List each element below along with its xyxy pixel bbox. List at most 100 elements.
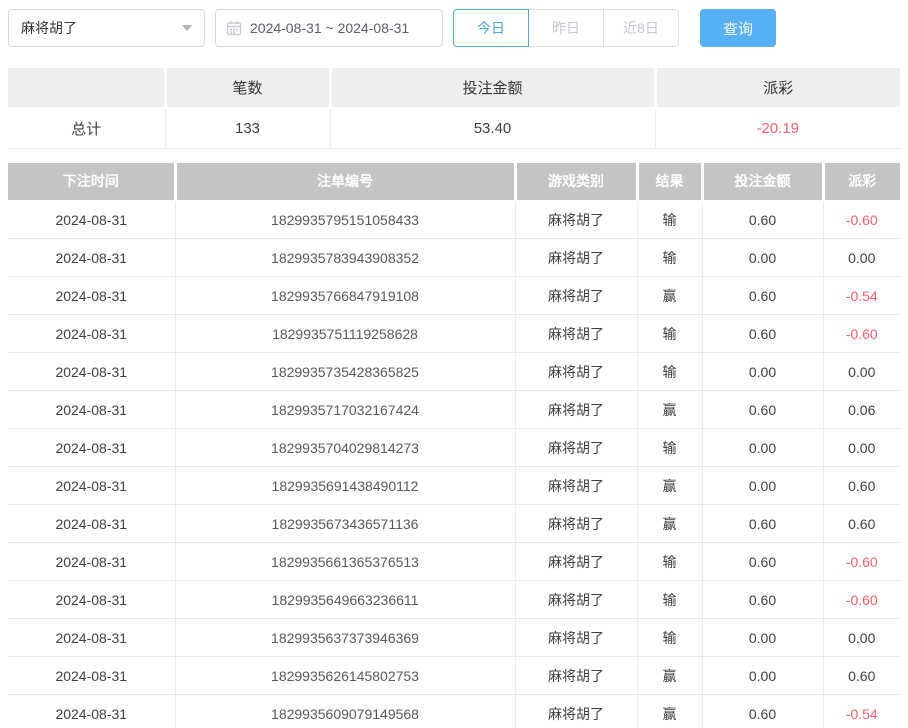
payout-cell: 0.00	[823, 619, 900, 657]
payout-cell: 0.60	[823, 467, 900, 505]
table-row: 2024-08-311829935783943908352麻将胡了输0.000.…	[8, 239, 900, 277]
result-cell: 赢	[637, 657, 702, 695]
bet-id-cell: 1829935783943908352	[175, 239, 515, 277]
table-row: 2024-08-311829935766847919108麻将胡了赢0.60-0…	[8, 277, 900, 315]
bet-amount-cell: 0.60	[702, 315, 823, 353]
bet-time-cell: 2024-08-31	[8, 239, 175, 277]
records-header-result: 结果	[637, 163, 702, 201]
records-header-payout: 派彩	[823, 163, 900, 201]
table-row: 2024-08-311829935735428365825麻将胡了输0.000.…	[8, 353, 900, 391]
payout-cell: -0.60	[823, 201, 900, 239]
game-type-cell: 麻将胡了	[515, 239, 637, 277]
table-row: 2024-08-311829935609079149568麻将胡了赢0.60-0…	[8, 695, 900, 728]
game-type-cell: 麻将胡了	[515, 695, 637, 728]
payout-cell: 0.00	[823, 239, 900, 277]
game-type-cell: 麻将胡了	[515, 505, 637, 543]
payout-cell: 0.00	[823, 429, 900, 467]
summary-header-count: 笔数	[165, 68, 330, 108]
quick-date-button-group: 今日 昨日 近8日	[453, 9, 679, 47]
result-cell: 赢	[637, 467, 702, 505]
result-cell: 输	[637, 201, 702, 239]
summary-count-value: 133	[165, 108, 330, 148]
table-row: 2024-08-311829935704029814273麻将胡了输0.000.…	[8, 429, 900, 467]
payout-cell: 0.60	[823, 657, 900, 695]
payout-cell: 0.00	[823, 353, 900, 391]
bet-time-cell: 2024-08-31	[8, 619, 175, 657]
bet-id-cell: 1829935661365376513	[175, 543, 515, 581]
bet-time-cell: 2024-08-31	[8, 543, 175, 581]
bet-id-cell: 1829935609079149568	[175, 695, 515, 728]
bet-amount-cell: 0.00	[702, 467, 823, 505]
game-type-cell: 麻将胡了	[515, 543, 637, 581]
table-row: 2024-08-311829935795151058433麻将胡了输0.60-0…	[8, 201, 900, 239]
chevron-down-icon	[182, 25, 192, 31]
bet-id-cell: 1829935704029814273	[175, 429, 515, 467]
records-header-bet-amount: 投注金额	[702, 163, 823, 201]
table-row: 2024-08-311829935661365376513麻将胡了输0.60-0…	[8, 543, 900, 581]
bet-amount-cell: 0.60	[702, 391, 823, 429]
summary-bet-amount-value: 53.40	[330, 108, 655, 148]
date-range-input[interactable]: 2024-08-31 ~ 2024-08-31	[215, 9, 443, 47]
bet-time-cell: 2024-08-31	[8, 277, 175, 315]
bet-amount-cell: 0.60	[702, 543, 823, 581]
bet-id-cell: 1829935649663236611	[175, 581, 515, 619]
table-row: 2024-08-311829935673436571136麻将胡了赢0.600.…	[8, 505, 900, 543]
today-button[interactable]: 今日	[453, 9, 529, 47]
bet-id-cell: 1829935673436571136	[175, 505, 515, 543]
page: 麻将胡了 2024-08-31 ~ 2024-08-31	[0, 0, 908, 728]
query-button[interactable]: 查询	[700, 9, 776, 47]
payout-cell: 0.06	[823, 391, 900, 429]
result-cell: 输	[637, 429, 702, 467]
bet-time-cell: 2024-08-31	[8, 657, 175, 695]
game-type-cell: 麻将胡了	[515, 619, 637, 657]
bet-id-cell: 1829935637373946369	[175, 619, 515, 657]
summary-header-payout: 派彩	[655, 68, 900, 108]
last-8-days-button[interactable]: 近8日	[603, 9, 679, 47]
result-cell: 赢	[637, 277, 702, 315]
game-type-cell: 麻将胡了	[515, 353, 637, 391]
bet-amount-cell: 0.60	[702, 505, 823, 543]
summary-total-row: 总计 133 53.40 -20.19	[8, 108, 900, 148]
table-row: 2024-08-311829935751119258628麻将胡了输0.60-0…	[8, 315, 900, 353]
result-cell: 输	[637, 619, 702, 657]
bet-amount-cell: 0.60	[702, 277, 823, 315]
bet-amount-cell: 0.60	[702, 581, 823, 619]
bet-amount-cell: 0.60	[702, 201, 823, 239]
bet-amount-cell: 0.00	[702, 429, 823, 467]
bet-id-cell: 1829935626145802753	[175, 657, 515, 695]
summary-table: 笔数 投注金额 派彩 总计 133 53.40 -20.19	[8, 68, 900, 149]
result-cell: 输	[637, 581, 702, 619]
bet-id-cell: 1829935691438490112	[175, 467, 515, 505]
game-type-cell: 麻将胡了	[515, 277, 637, 315]
bet-time-cell: 2024-08-31	[8, 201, 175, 239]
summary-header-row: 笔数 投注金额 派彩	[8, 68, 900, 108]
bet-id-cell: 1829935766847919108	[175, 277, 515, 315]
bet-id-cell: 1829935795151058433	[175, 201, 515, 239]
bet-amount-cell: 0.00	[702, 657, 823, 695]
records-header-game-type: 游戏类别	[515, 163, 637, 201]
yesterday-button[interactable]: 昨日	[528, 9, 604, 47]
table-row: 2024-08-311829935637373946369麻将胡了输0.000.…	[8, 619, 900, 657]
records-header-bet-id: 注单编号	[175, 163, 515, 201]
result-cell: 赢	[637, 505, 702, 543]
table-row: 2024-08-311829935691438490112麻将胡了赢0.000.…	[8, 467, 900, 505]
game-type-cell: 麻将胡了	[515, 657, 637, 695]
game-select[interactable]: 麻将胡了	[8, 9, 205, 47]
bet-id-cell: 1829935751119258628	[175, 315, 515, 353]
payout-cell: -0.54	[823, 277, 900, 315]
bet-amount-cell: 0.60	[702, 695, 823, 728]
summary-header-empty	[8, 68, 165, 108]
payout-cell: -0.60	[823, 543, 900, 581]
game-type-cell: 麻将胡了	[515, 315, 637, 353]
game-select-value: 麻将胡了	[21, 18, 77, 38]
game-type-cell: 麻将胡了	[515, 581, 637, 619]
result-cell: 赢	[637, 391, 702, 429]
result-cell: 输	[637, 353, 702, 391]
bet-amount-cell: 0.00	[702, 353, 823, 391]
result-cell: 输	[637, 543, 702, 581]
payout-cell: -0.60	[823, 581, 900, 619]
toolbar: 麻将胡了 2024-08-31 ~ 2024-08-31	[8, 9, 900, 47]
bet-amount-cell: 0.00	[702, 239, 823, 277]
bet-time-cell: 2024-08-31	[8, 467, 175, 505]
records-tbody: 2024-08-311829935795151058433麻将胡了输0.60-0…	[8, 201, 900, 728]
